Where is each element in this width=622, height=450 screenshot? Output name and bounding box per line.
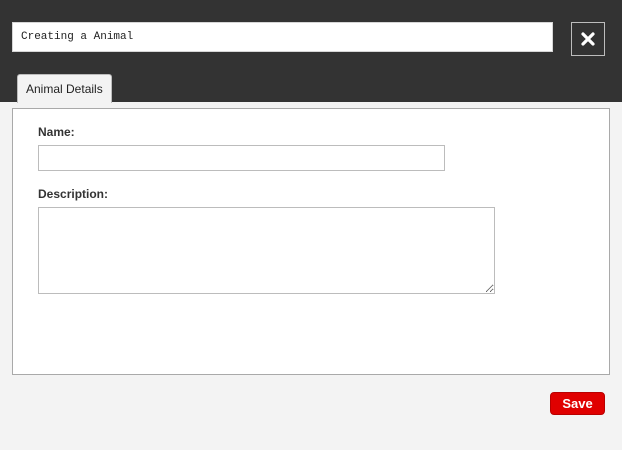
close-x-icon (581, 32, 595, 46)
create-animal-dialog: Animal Details Name: Description: Save (0, 0, 622, 450)
name-label: Name: (38, 125, 75, 139)
description-label: Description: (38, 187, 109, 201)
dialog-header: Animal Details (0, 0, 622, 103)
close-button[interactable] (571, 22, 605, 56)
animal-details-panel: Name: Description: (12, 108, 610, 375)
description-textarea[interactable] (38, 207, 495, 294)
save-button[interactable]: Save (550, 392, 605, 415)
dialog-title-field[interactable] (12, 22, 553, 52)
tab-animal-details[interactable]: Animal Details (17, 74, 112, 103)
name-input[interactable] (38, 145, 445, 171)
